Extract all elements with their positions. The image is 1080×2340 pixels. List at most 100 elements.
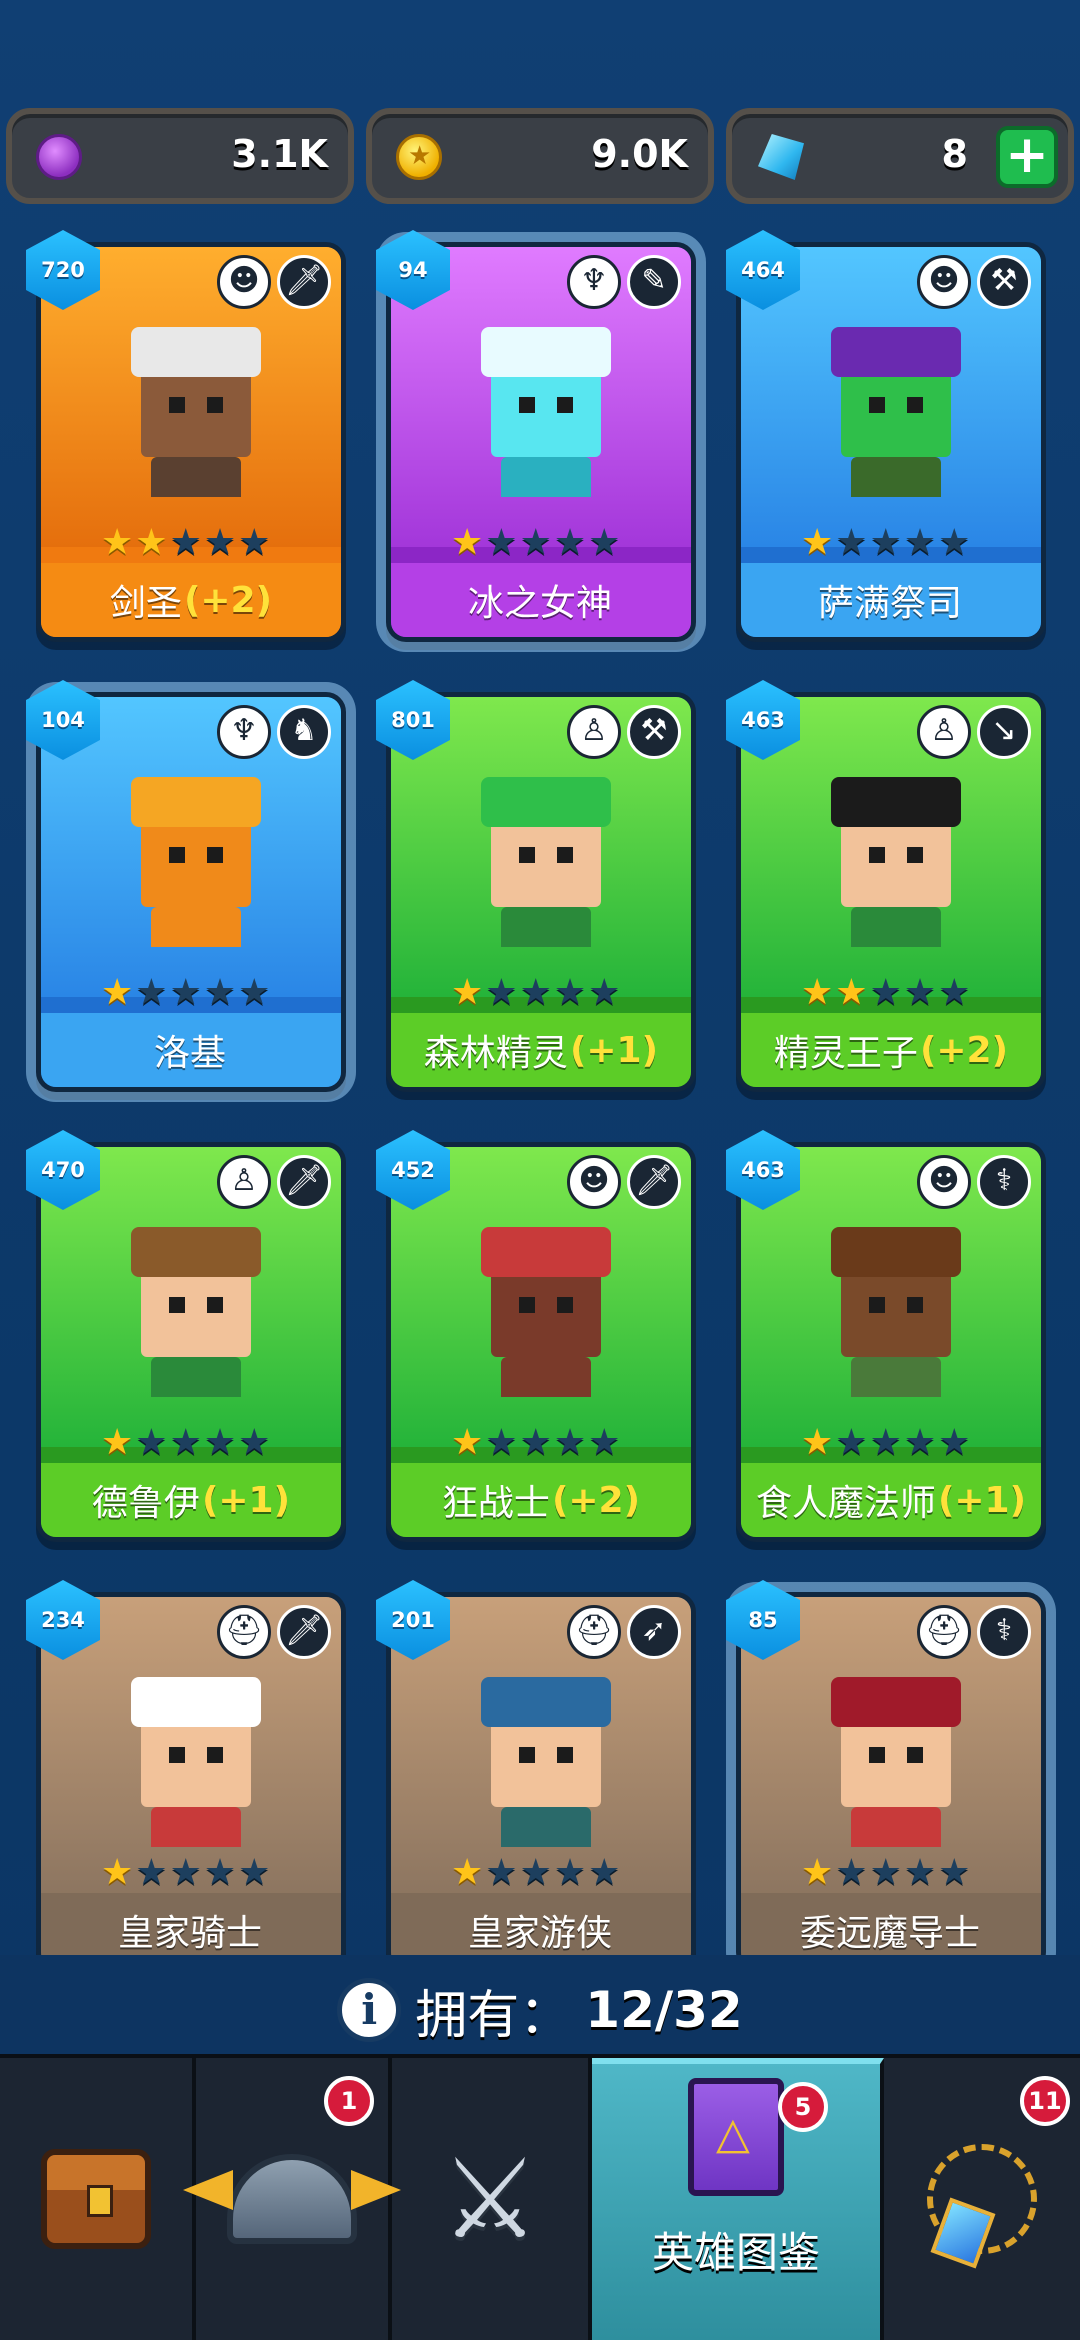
star-empty-icon: ★ (238, 1852, 271, 1893)
star-filled-icon: ★ (451, 972, 484, 1013)
star-empty-icon: ★ (203, 1422, 237, 1463)
hero-card[interactable]: ♙ ↘ ★ ★ ★ ★ ★ 精灵王子 (+2) (736, 692, 1046, 1092)
elf-icon: ♙ (217, 1155, 271, 1209)
star-empty-icon: ★ (485, 522, 518, 563)
star-empty-icon: ★ (835, 1422, 868, 1463)
star-empty-icon: ★ (238, 522, 271, 563)
viking-helmet-icon (227, 2154, 357, 2244)
star-empty-icon: ★ (238, 972, 271, 1013)
hero-card[interactable]: ♙ ⚒ ★ ★ ★ ★ ★ 森林精灵 (+1) (386, 692, 696, 1092)
hero-card[interactable]: ♙ 🗡 ★ ★ ★ ★ ★ 德鲁伊 (+1) (36, 1142, 346, 1542)
star-empty-icon: ★ (938, 972, 971, 1013)
purple-coin-counter[interactable]: 3.1K (6, 108, 354, 204)
star-rating: ★ ★ ★ ★ ★ (101, 523, 270, 563)
hero-name-bar: 洛基 (41, 1013, 341, 1087)
star-rating: ★ ★ ★ ★ ★ (451, 1853, 620, 1893)
knight-helmet-icon: ⛑ (567, 1605, 621, 1659)
hero-name-bar: 狂战士 (+2) (391, 1463, 691, 1537)
notification-badge: 11 (1020, 2076, 1070, 2126)
hero-name: 剑圣 (109, 583, 182, 624)
nav-tab-heroes[interactable]: 1 (196, 2058, 392, 2340)
staff-icon: ⚕ (977, 1605, 1031, 1659)
star-filled-icon: ★ (801, 972, 834, 1013)
star-empty-icon: ★ (238, 1422, 271, 1463)
star-empty-icon: ★ (519, 1852, 552, 1893)
star-empty-icon: ★ (203, 522, 237, 563)
orc-icon: ☻ (217, 255, 271, 309)
nav-tab-label: 英雄图鉴 (651, 2228, 820, 2277)
hero-card[interactable]: ♆ ♞ ★ ★ ★ ★ ★ 洛基 (36, 692, 346, 1092)
hero-bonus: (+1) (937, 1479, 1027, 1521)
star-rating: ★ ★ ★ ★ ★ (801, 973, 970, 1013)
hero-name: 洛基 (153, 1033, 226, 1074)
gold-coin-amount: 9.0K (591, 132, 688, 176)
star-empty-icon: ★ (553, 1852, 587, 1893)
notification-badge: 1 (324, 2076, 374, 2126)
star-empty-icon: ★ (588, 1852, 621, 1893)
star-filled-icon: ★ (801, 522, 834, 563)
star-empty-icon: ★ (869, 1422, 902, 1463)
add-gems-button[interactable]: + (996, 126, 1058, 188)
crossed-swords-icon: ⚔ (440, 2135, 540, 2263)
star-empty-icon: ★ (938, 1852, 971, 1893)
orc-icon: ☻ (917, 1155, 971, 1209)
nav-tab-hero-codex[interactable]: 5 英雄图鉴 (592, 2058, 884, 2340)
angel-icon: ♆ (217, 705, 271, 759)
star-empty-icon: ★ (169, 1852, 202, 1893)
knight-helmet-icon: ⛑ (917, 1605, 971, 1659)
hero-name-bar: 精灵王子 (+2) (741, 1013, 1041, 1087)
star-empty-icon: ★ (553, 1422, 587, 1463)
hero-name-bar: 萨满祭司 (741, 563, 1041, 637)
gem-icon (758, 134, 804, 180)
star-rating: ★ ★ ★ ★ ★ (101, 973, 270, 1013)
hero-bonus: (+2) (551, 1479, 641, 1521)
hammer-icon: ⚒ (977, 255, 1031, 309)
hero-name: 皇家骑士 (117, 1913, 262, 1954)
hero-bonus: (+1) (201, 1479, 291, 1521)
hero-card[interactable]: ☻ 🗡 ★ ★ ★ ★ ★ 狂战士 (+2) (386, 1142, 696, 1542)
gold-coin-counter[interactable]: 9.0K (366, 108, 714, 204)
nav-tab-chest[interactable] (0, 2058, 196, 2340)
hero-card[interactable]: ☻ 🗡 ★ ★ ★ ★ ★ 剑圣 (+2) (36, 242, 346, 642)
hero-name: 萨满祭司 (817, 583, 962, 624)
info-icon[interactable]: i (337, 1978, 402, 2042)
hammer-icon: ⚒ (627, 705, 681, 759)
chest-icon (41, 2149, 151, 2249)
star-rating: ★ ★ ★ ★ ★ (451, 1423, 620, 1463)
nav-tab-amulet[interactable]: 11 (884, 2058, 1080, 2340)
star-rating: ★ ★ ★ ★ ★ (101, 1423, 270, 1463)
notification-badge: 5 (778, 2082, 828, 2132)
ownership-label: 拥有： (415, 1985, 572, 2046)
hero-name-bar: 冰之女神 (391, 563, 691, 637)
star-filled-icon: ★ (801, 1422, 834, 1463)
hero-name: 精灵王子 (773, 1033, 918, 1074)
sword-icon: 🗡 (277, 1605, 331, 1659)
hero-card[interactable]: ♆ ✎ ★ ★ ★ ★ ★ 冰之女神 (386, 242, 696, 642)
star-empty-icon: ★ (869, 522, 902, 563)
hero-name: 食人魔法师 (755, 1483, 936, 1524)
star-empty-icon: ★ (135, 972, 168, 1013)
star-empty-icon: ★ (903, 972, 937, 1013)
codex-book-icon (688, 2078, 784, 2196)
hero-name: 冰之女神 (467, 583, 612, 624)
gold-coin-icon (396, 134, 442, 180)
hero-card[interactable]: ☻ ⚒ ★ ★ ★ ★ ★ 萨满祭司 (736, 242, 1046, 642)
ownership-row: i 拥有： 12/32 (0, 1955, 1080, 2065)
hero-bonus: (+2) (183, 579, 273, 621)
star-empty-icon: ★ (553, 522, 587, 563)
hero-card[interactable]: ☻ ⚕ ★ ★ ★ ★ ★ 食人魔法师 (+1) (736, 1142, 1046, 1542)
gem-counter[interactable]: 8 + (726, 108, 1074, 204)
hero-name: 德鲁伊 (91, 1483, 200, 1524)
star-filled-icon: ★ (835, 972, 868, 1013)
star-empty-icon: ★ (938, 522, 971, 563)
dagger-icon: ↘ (977, 705, 1031, 759)
star-empty-icon: ★ (135, 1422, 168, 1463)
currency-bar: 3.1K 9.0K 8 + (6, 108, 1074, 204)
elf-icon: ♙ (917, 705, 971, 759)
star-empty-icon: ★ (588, 972, 621, 1013)
star-empty-icon: ★ (869, 1852, 902, 1893)
nav-tab-battle[interactable]: ⚔ (392, 2058, 592, 2340)
hero-name: 森林精灵 (423, 1033, 568, 1074)
sword-icon: 🗡 (277, 1155, 331, 1209)
amulet-icon (927, 2144, 1037, 2254)
